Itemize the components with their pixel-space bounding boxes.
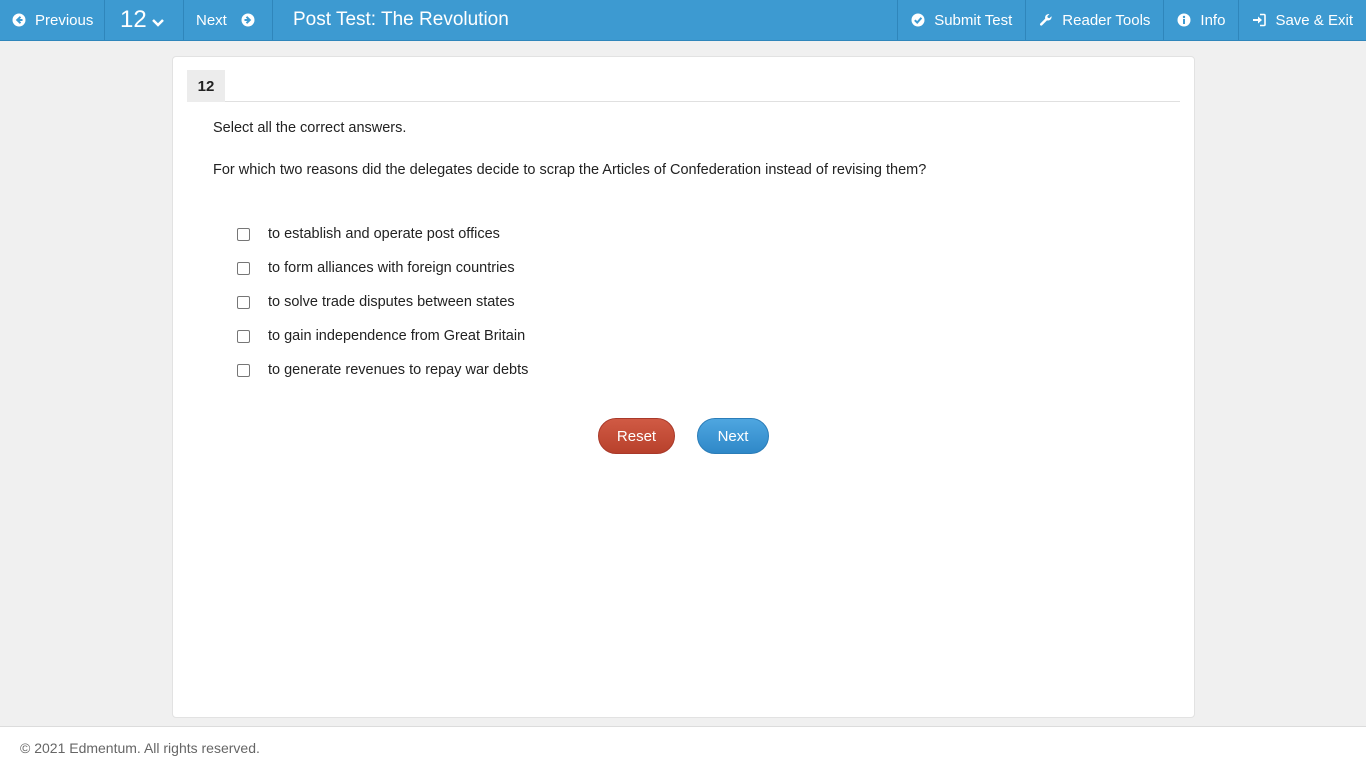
question-number-badge: 12 <box>187 70 225 102</box>
answer-option[interactable]: to establish and operate post offices <box>237 217 528 251</box>
reader-tools-button[interactable]: Reader Tools <box>1025 0 1163 40</box>
arrow-left-circle-icon <box>12 13 26 27</box>
question-card: 12 Select all the correct answers. For w… <box>172 56 1195 718</box>
info-button[interactable]: Info <box>1163 0 1238 40</box>
question-prompt: For which two reasons did the delegates … <box>213 162 927 178</box>
save-exit-label: Save & Exit <box>1275 11 1353 29</box>
answer-label: to establish and operate post offices <box>268 226 500 242</box>
answer-label: to solve trade disputes between states <box>268 294 515 310</box>
next-button[interactable]: Next <box>697 418 769 454</box>
question-header: 12 <box>187 70 1180 102</box>
answer-label: to generate revenues to repay war debts <box>268 362 529 378</box>
footer: © 2021 Edmentum. All rights reserved. <box>0 726 1366 768</box>
answer-option[interactable]: to solve trade disputes between states <box>237 285 528 319</box>
question-number-dropdown[interactable]: 12 <box>105 0 184 40</box>
answer-option[interactable]: to generate revenues to repay war debts <box>237 353 528 387</box>
question-number-value: 12 <box>120 6 147 33</box>
copyright-text: © 2021 Edmentum. All rights reserved. <box>20 740 260 756</box>
arrow-right-circle-icon <box>241 13 255 27</box>
reset-button[interactable]: Reset <box>598 418 675 454</box>
previous-label: Previous <box>35 11 94 29</box>
answer-label: to form alliances with foreign countries <box>268 260 515 276</box>
answer-checkbox[interactable] <box>237 261 250 275</box>
info-label: Info <box>1200 11 1226 29</box>
answer-checkbox[interactable] <box>237 363 250 377</box>
submit-test-button[interactable]: Submit Test <box>897 0 1025 40</box>
save-exit-button[interactable]: Save & Exit <box>1238 0 1366 40</box>
info-icon <box>1177 13 1191 27</box>
answer-options: to establish and operate post offices to… <box>237 217 528 387</box>
answer-checkbox[interactable] <box>237 227 250 241</box>
answer-label: to gain independence from Great Britain <box>268 328 526 344</box>
question-instruction: Select all the correct answers. <box>213 120 407 136</box>
check-circle-icon <box>911 13 925 27</box>
sign-in-icon <box>1253 13 1267 27</box>
answer-option[interactable]: to form alliances with foreign countries <box>237 251 528 285</box>
answer-checkbox[interactable] <box>237 295 250 309</box>
next-top-button[interactable]: Next <box>184 0 273 40</box>
previous-button[interactable]: Previous <box>0 0 105 40</box>
submit-test-label: Submit Test <box>934 11 1013 29</box>
test-title: Post Test: The Revolution <box>293 9 509 30</box>
chevron-down-icon <box>151 19 164 27</box>
next-top-label: Next <box>196 11 227 29</box>
answer-option[interactable]: to gain independence from Great Britain <box>237 319 528 353</box>
answer-checkbox[interactable] <box>237 329 250 343</box>
top-toolbar: Previous 12 Next Post Test: The Revoluti… <box>0 0 1366 41</box>
reader-tools-label: Reader Tools <box>1062 11 1151 29</box>
wrench-icon <box>1040 14 1052 26</box>
